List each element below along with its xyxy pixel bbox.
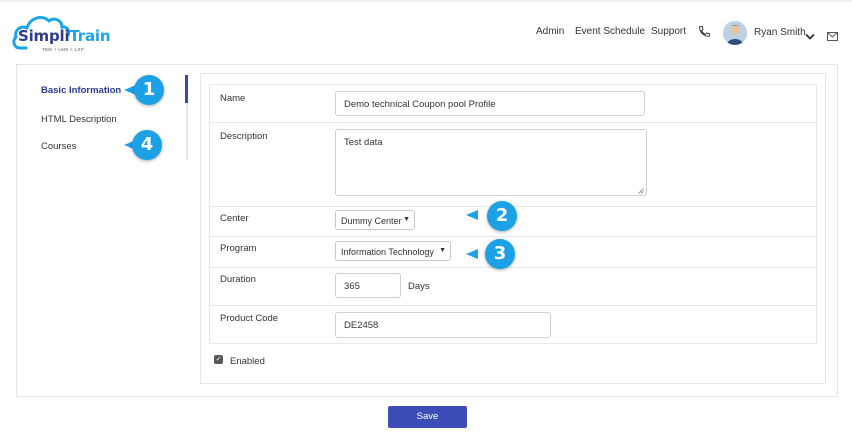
name-field-value: Demo technical Coupon pool Profile xyxy=(344,99,496,110)
center-label: Center xyxy=(220,213,249,224)
callout-4: 4 xyxy=(132,130,162,160)
callout-3-pointer xyxy=(466,249,478,259)
user-name[interactable]: Ryan Smith xyxy=(754,27,806,38)
row-divider xyxy=(209,267,817,268)
header-top-border xyxy=(0,0,852,2)
description-value: Test data xyxy=(344,137,383,148)
callout-1: 1 xyxy=(134,75,164,105)
duration-field[interactable]: 365 xyxy=(335,273,401,298)
duration-unit: Days xyxy=(408,281,430,292)
caret-down-icon: ▼ xyxy=(403,216,410,223)
save-button[interactable]: Save xyxy=(388,406,467,428)
callout-2-pointer xyxy=(466,210,478,220)
user-avatar-icon xyxy=(723,21,747,45)
brand-logo[interactable]: SimpliTrain TMS + LMS + LXP xyxy=(12,8,112,58)
callout-2: 2 xyxy=(487,201,517,231)
resize-grip-icon[interactable] xyxy=(638,188,644,194)
caret-down-icon: ▼ xyxy=(439,247,446,254)
program-label: Program xyxy=(220,243,257,254)
app-header: SimpliTrain TMS + LMS + LXP Admin Event … xyxy=(0,0,852,64)
brand-name: SimpliTrain xyxy=(18,27,111,45)
description-textarea[interactable]: Test data xyxy=(335,129,647,196)
name-field[interactable]: Demo technical Coupon pool Profile xyxy=(335,91,645,116)
sidebar-active-indicator xyxy=(185,75,188,103)
brand-name-part2: Train xyxy=(69,27,111,45)
sidebar-item-html-description[interactable]: HTML Description xyxy=(41,114,117,125)
program-select-value: Information Technology xyxy=(341,247,434,257)
mail-icon[interactable] xyxy=(827,28,838,46)
product-code-label: Product Code xyxy=(220,313,279,324)
row-divider xyxy=(209,122,817,123)
nav-event-schedule[interactable]: Event Schedule xyxy=(575,26,645,37)
description-label: Description xyxy=(220,131,268,142)
callout-3: 3 xyxy=(485,239,515,269)
brand-name-part1: Simpli xyxy=(18,27,70,45)
nav-admin[interactable]: Admin xyxy=(536,26,564,37)
phone-icon[interactable] xyxy=(698,25,711,43)
product-code-field[interactable]: DE2458 xyxy=(335,312,551,338)
sidebar-item-basic-information[interactable]: Basic Information xyxy=(41,85,121,96)
enabled-checkbox[interactable]: ✓ xyxy=(214,355,223,364)
checkmark-icon: ✓ xyxy=(215,356,222,363)
avatar[interactable] xyxy=(723,21,747,45)
name-label: Name xyxy=(220,93,246,104)
sidebar-item-courses[interactable]: Courses xyxy=(41,141,76,152)
row-divider xyxy=(209,236,817,237)
duration-label: Duration xyxy=(220,274,256,285)
enabled-label: Enabled xyxy=(230,356,265,367)
product-code-value: DE2458 xyxy=(344,320,379,331)
duration-value: 365 xyxy=(344,281,360,292)
row-divider xyxy=(209,305,817,306)
center-select-value: Dummy Center xyxy=(341,216,402,226)
center-select[interactable]: Dummy Center ▼ xyxy=(335,210,415,230)
chevron-down-icon[interactable] xyxy=(805,28,815,46)
nav-support[interactable]: Support xyxy=(651,26,686,37)
program-select[interactable]: Information Technology ▼ xyxy=(335,241,451,261)
brand-tagline: TMS + LMS + LXP xyxy=(42,47,85,52)
